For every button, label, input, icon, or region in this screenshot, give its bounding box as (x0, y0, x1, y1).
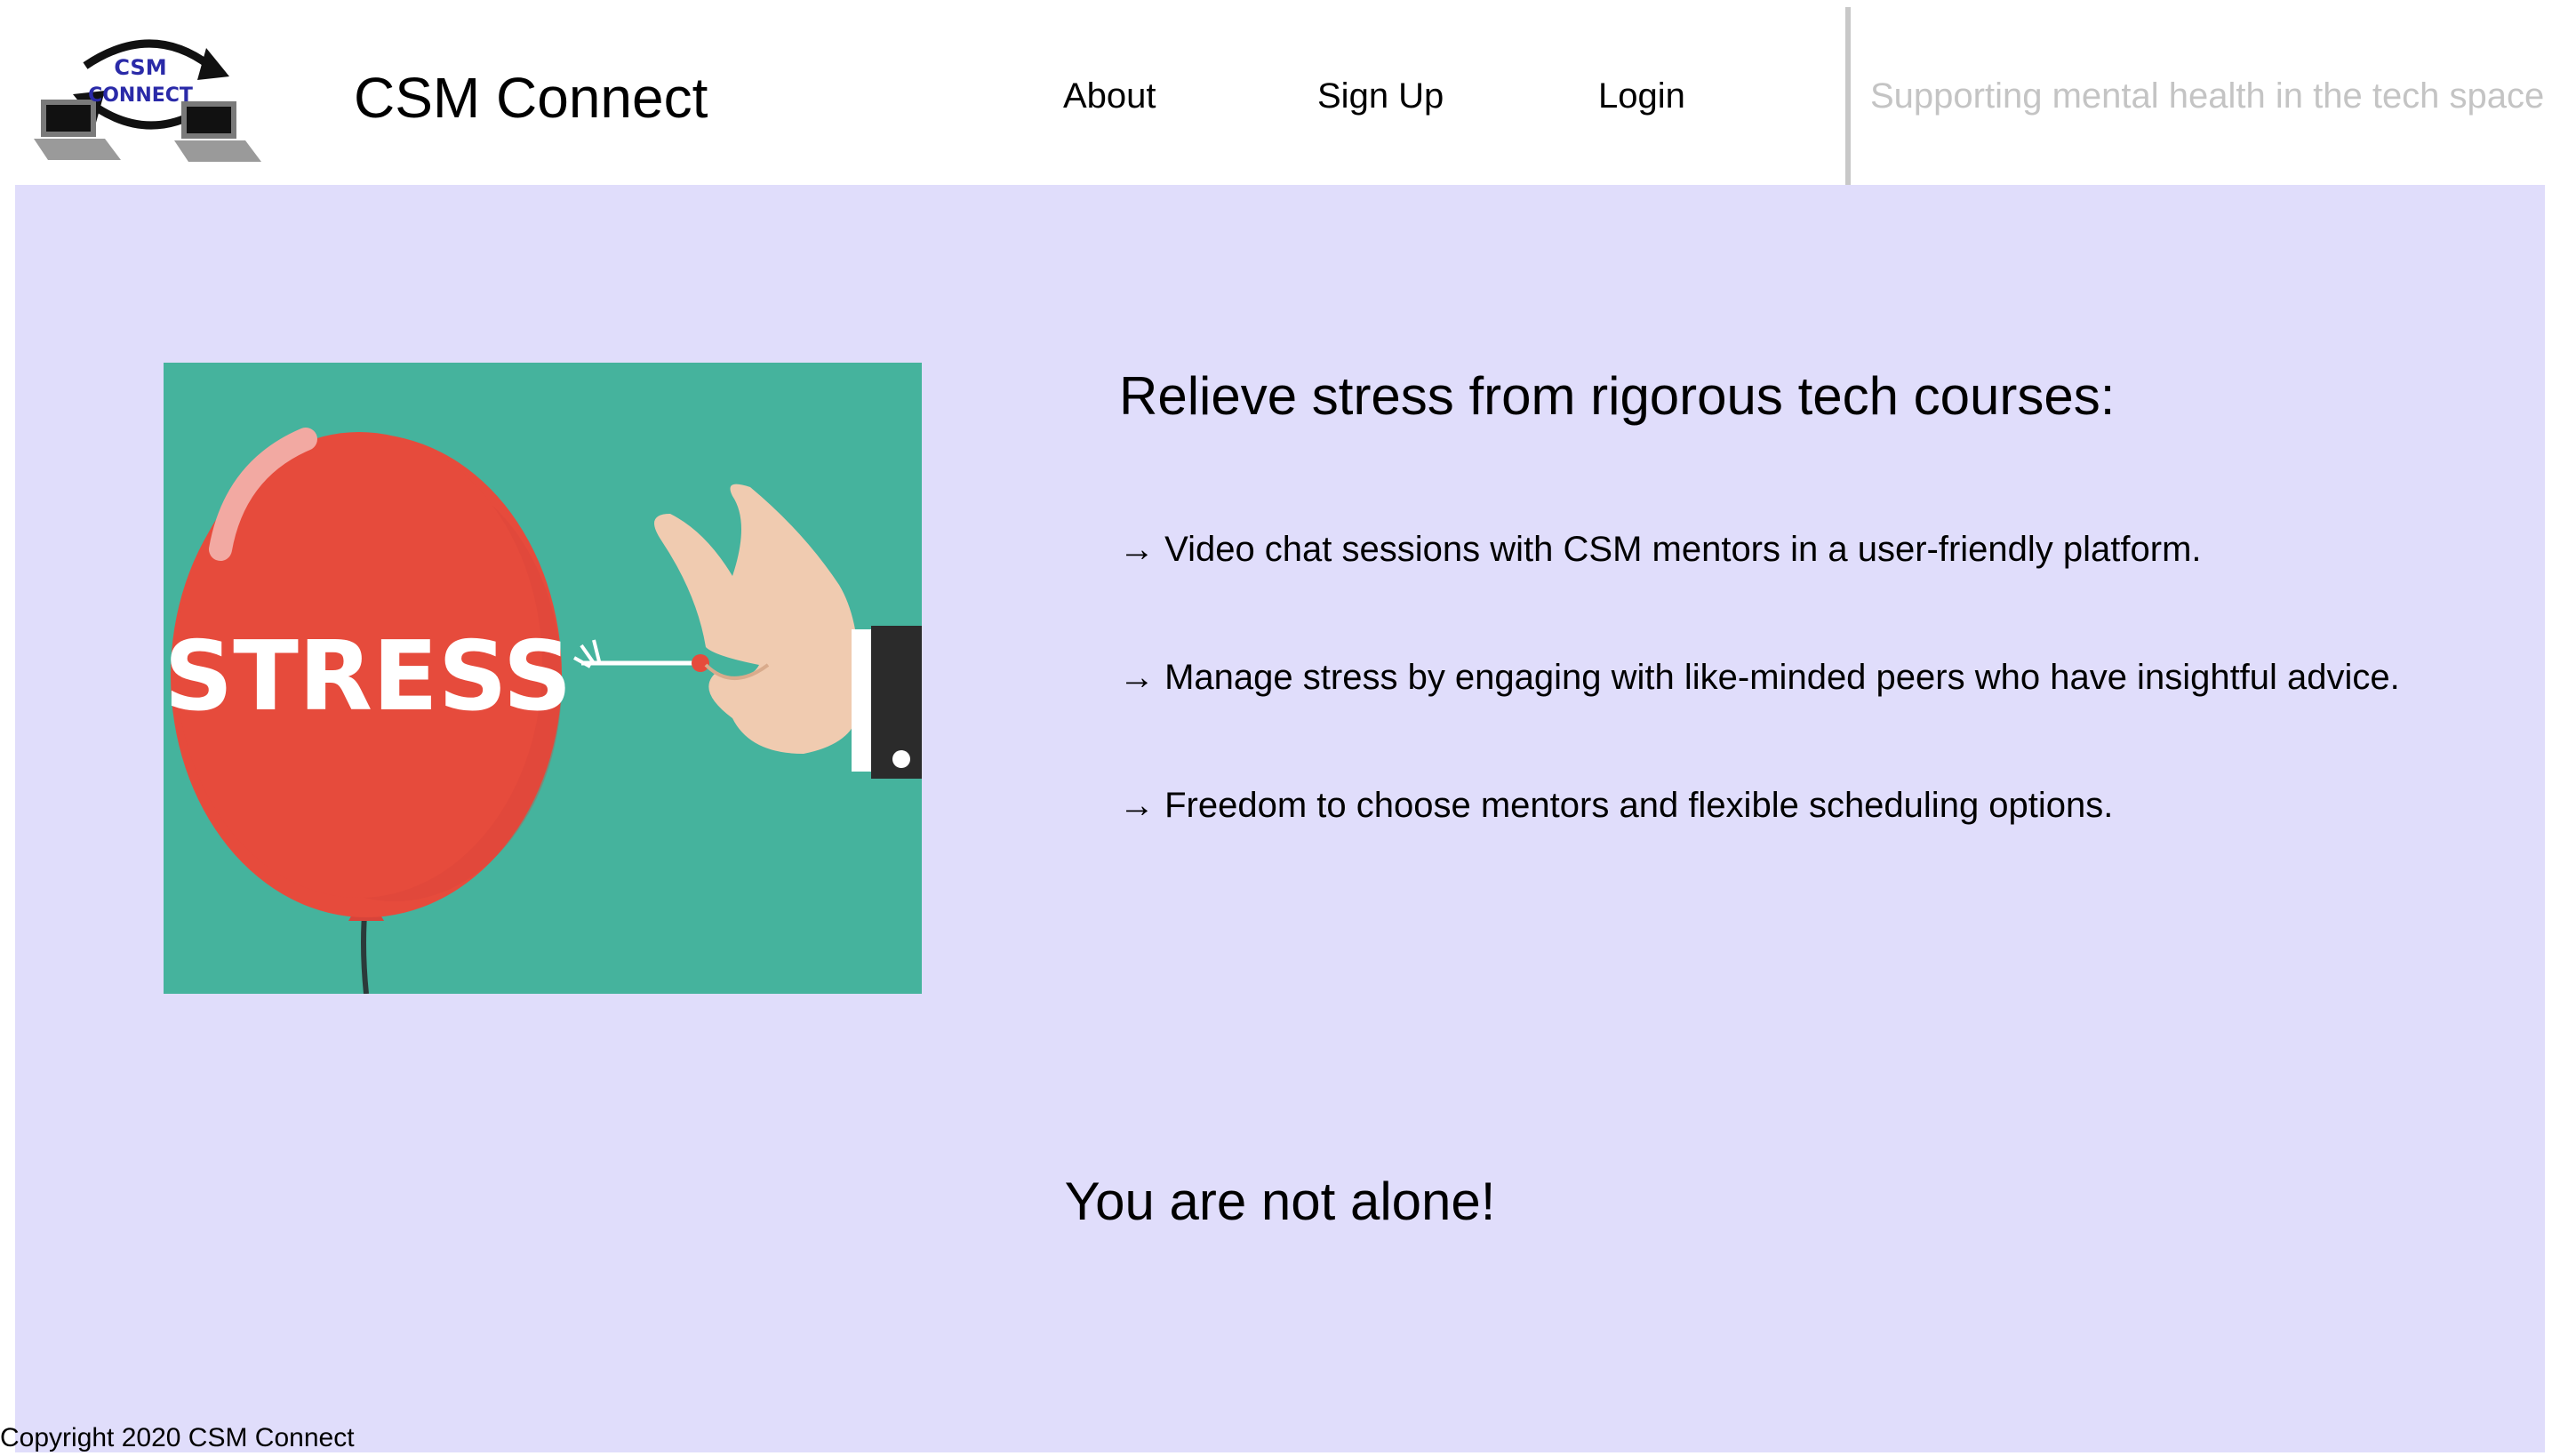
site-header: CSM CONNECT CSM Connect About Sign Up Lo… (0, 0, 2560, 185)
main-headline: Relieve stress from rigorous tech course… (1119, 366, 2116, 426)
header-tagline: Supporting mental health in the tech spa… (1870, 76, 2545, 116)
balloon-pin-illustration: STRESS (164, 363, 922, 994)
main-content: STRESS Relieve stress from rigorous tech… (15, 185, 2545, 1452)
feature-item-manage-stress: → Manage stress by engaging with like-mi… (1119, 658, 2400, 697)
nav-signup-link[interactable]: Sign Up (1317, 71, 1444, 121)
nav-about-link[interactable]: About (1063, 71, 1156, 121)
logo-text-line1: CSM (114, 55, 166, 80)
balloon-stress-text: STRESS (164, 621, 572, 732)
site-title[interactable]: CSM Connect (354, 62, 708, 133)
logo-text-line2: CONNECT (88, 84, 193, 107)
csm-connect-logo[interactable]: CSM CONNECT (32, 30, 270, 169)
feature-item-freedom: → Freedom to choose mentors and flexible… (1119, 786, 2114, 825)
nav-login-link[interactable]: Login (1598, 71, 1685, 121)
feature-item-video-chat: → Video chat sessions with CSM mentors i… (1119, 530, 2202, 569)
closing-message: You are not alone! (1064, 1172, 1496, 1231)
header-divider (1845, 7, 1851, 185)
footer-copyright: Copyright 2020 CSM Connect (0, 1423, 355, 1452)
